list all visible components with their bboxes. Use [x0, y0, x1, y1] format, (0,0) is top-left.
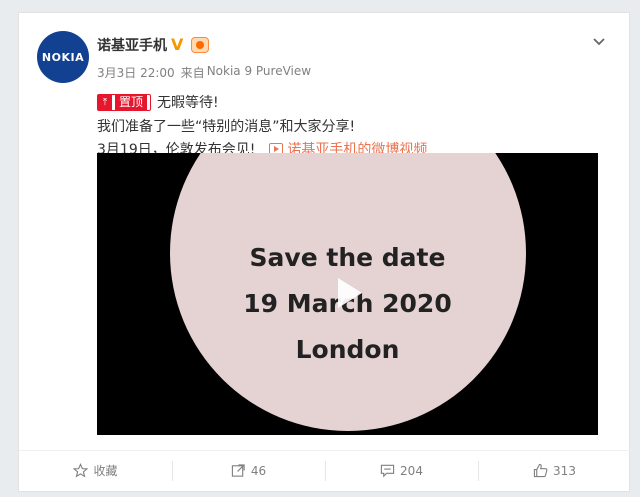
pin-icon: ⤒ [98, 94, 112, 110]
avatar[interactable]: NOKIA [37, 31, 89, 83]
comment-icon [380, 464, 395, 478]
chevron-down-icon[interactable] [591, 33, 607, 49]
post-meta: 3月3日 22:00 来自 Nokia 9 PureView [97, 64, 311, 81]
post-text: 无暇等待! [157, 95, 219, 111]
play-icon[interactable] [324, 270, 370, 316]
video-player[interactable]: Save the date 19 March 2020 London [97, 153, 598, 435]
avatar-logo-text: NOKIA [41, 50, 85, 64]
post-time[interactable]: 3月3日 22:00 [97, 64, 175, 81]
weibo-post-card: NOKIA 诺基亚手机 V 3月3日 22:00 来自 Nokia 9 Pure… [18, 12, 631, 492]
action-bar: 收藏 46 204 313 [19, 450, 631, 490]
verified-icon[interactable]: V [171, 37, 187, 53]
like-count: 313 [553, 463, 576, 478]
favorite-button[interactable]: 收藏 [19, 451, 172, 490]
pinned-label: 置顶 [115, 94, 148, 110]
post-text-line1: ⤒ 置顶 无暇等待! [97, 92, 219, 112]
pinned-badge: ⤒ 置顶 [97, 93, 152, 111]
repost-icon [231, 464, 245, 477]
repost-count: 46 [250, 463, 267, 478]
author-name[interactable]: 诺基亚手机 [97, 35, 167, 55]
author-row: 诺基亚手机 V [97, 35, 209, 55]
vip-icon[interactable] [191, 37, 209, 53]
like-button[interactable]: 313 [478, 451, 631, 490]
comment-button[interactable]: 204 [325, 451, 478, 490]
post-source[interactable]: Nokia 9 PureView [207, 64, 311, 81]
video-text-line3: London [295, 335, 400, 364]
like-icon [533, 463, 548, 478]
repost-button[interactable]: 46 [172, 451, 325, 490]
comment-count: 204 [400, 463, 423, 478]
post-text-line2: 我们准备了一些“特别的消息”和大家分享! [97, 119, 356, 135]
source-prefix: 来自 [180, 66, 205, 80]
star-icon [73, 463, 89, 478]
favorite-label: 收藏 [93, 464, 118, 478]
